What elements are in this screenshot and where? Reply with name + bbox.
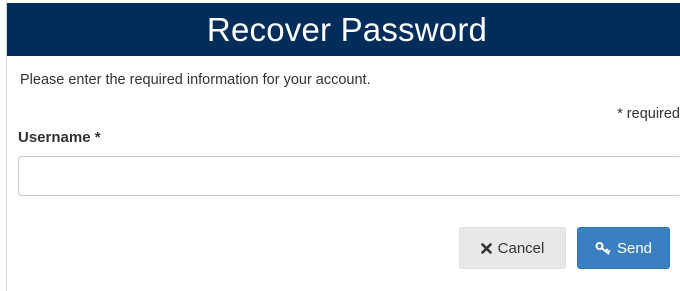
cancel-button-label: Cancel [497,239,545,257]
times-icon [480,242,492,254]
send-button[interactable]: Send [577,227,670,269]
key-icon [595,241,611,255]
send-button-label: Send [616,239,653,257]
instruction-text: Please enter the required information fo… [20,72,371,88]
username-label: Username * [18,129,101,146]
dialog-title: Recover Password [206,10,488,48]
username-input[interactable] [18,156,680,196]
username-label-text: Username [18,129,91,146]
required-marker: * [94,129,101,146]
recover-password-dialog: Recover Password Please enter the requir… [6,0,680,291]
required-note: * required [617,106,680,122]
cancel-button[interactable]: Cancel [459,227,566,269]
dialog-header: Recover Password [7,3,680,56]
